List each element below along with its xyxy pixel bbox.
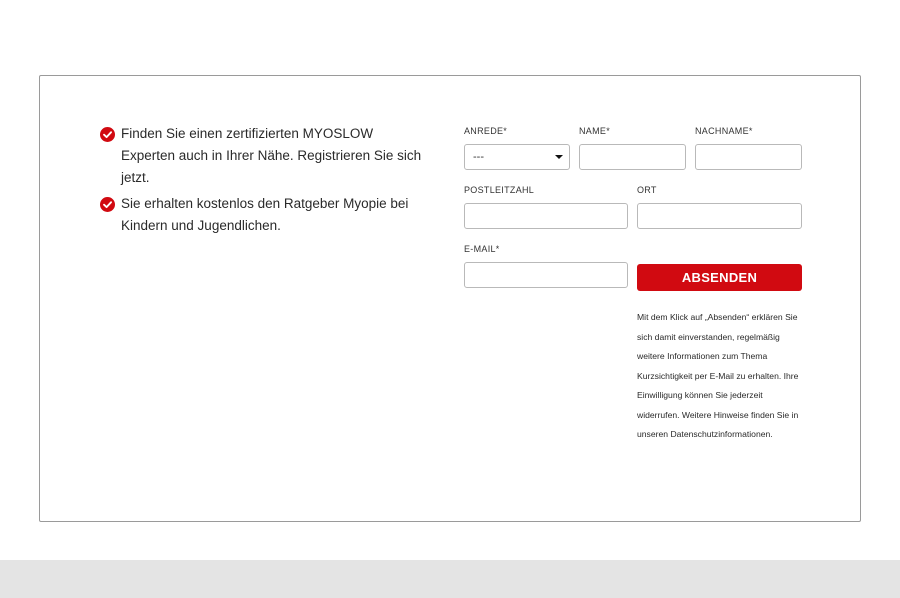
anrede-selected-value: --- bbox=[473, 151, 484, 163]
check-circle-icon bbox=[100, 197, 115, 212]
nachname-label: NACHNAME* bbox=[695, 126, 753, 136]
submit-button[interactable]: ABSENDEN bbox=[637, 264, 802, 291]
email-field[interactable] bbox=[464, 262, 628, 288]
benefit-item: Sie erhalten kostenlos den Ratgeber Myop… bbox=[100, 193, 430, 237]
postleitzahl-field[interactable] bbox=[464, 203, 628, 229]
email-label: E-MAIL* bbox=[464, 244, 500, 254]
footer-band bbox=[0, 560, 900, 598]
anrede-select[interactable]: --- bbox=[464, 144, 570, 170]
ort-label: ORT bbox=[637, 185, 657, 195]
postleitzahl-label: POSTLEITZAHL bbox=[464, 185, 535, 195]
consent-notice: Mit dem Klick auf „Absenden“ erklären Si… bbox=[637, 312, 799, 439]
benefits-list: Finden Sie einen zertifizierten MYOSLOW … bbox=[100, 123, 430, 241]
name-field[interactable] bbox=[579, 144, 686, 170]
check-circle-icon bbox=[100, 127, 115, 142]
benefit-item: Finden Sie einen zertifizierten MYOSLOW … bbox=[100, 123, 430, 189]
anrede-label: ANREDE* bbox=[464, 126, 508, 136]
nachname-field[interactable] bbox=[695, 144, 802, 170]
benefit-text: Finden Sie einen zertifizierten MYOSLOW … bbox=[121, 126, 422, 185]
chevron-down-icon bbox=[555, 155, 563, 159]
ort-field[interactable] bbox=[637, 203, 802, 229]
benefit-text: Sie erhalten kostenlos den Ratgeber Myop… bbox=[121, 196, 409, 233]
name-label: NAME* bbox=[579, 126, 611, 136]
